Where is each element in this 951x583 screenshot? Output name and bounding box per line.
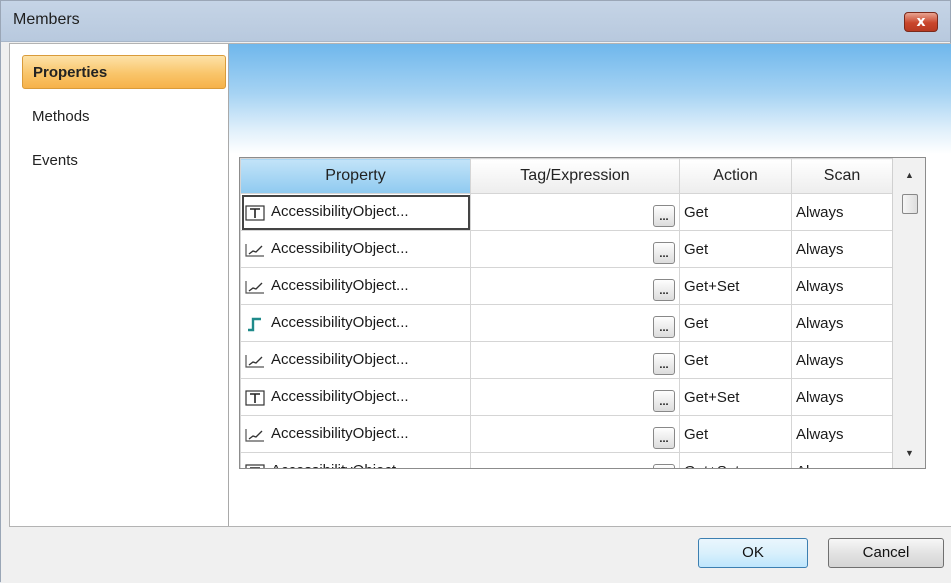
text-property-icon <box>245 463 265 468</box>
property-name: AccessibilityObject... <box>271 425 409 443</box>
table-row[interactable]: AccessibilityObject...... Get Always <box>240 341 893 379</box>
browse-button[interactable]: ... <box>653 205 675 227</box>
header-row: Property Tag/Expression Action Scan <box>240 158 893 194</box>
table-row[interactable]: AccessibilityObject......Get+SetAlways <box>240 378 893 416</box>
table-row[interactable]: AccessibilityObject...... Get Always <box>240 415 893 453</box>
property-name: AccessibilityObject... <box>271 277 409 295</box>
sidebar-item-events[interactable]: Events <box>22 144 226 178</box>
close-icon: x <box>916 14 926 30</box>
scroll-down-icon[interactable]: ▼ <box>893 442 925 464</box>
digital-property-icon <box>245 316 265 332</box>
table-row[interactable]: AccessibilityObject...... Get Always <box>240 304 893 342</box>
analog-property-icon <box>245 279 265 295</box>
scan-cell[interactable]: Always <box>791 230 893 268</box>
table-row[interactable]: AccessibilityObject...... Get Always <box>240 193 893 231</box>
sidebar-item-properties[interactable]: Properties <box>22 55 226 89</box>
analog-property-icon <box>245 242 265 258</box>
scan-cell[interactable]: Always <box>791 304 893 342</box>
scan-cell[interactable]: Always <box>791 378 893 416</box>
browse-button[interactable]: ... <box>653 427 675 449</box>
browse-button[interactable]: ... <box>653 390 675 412</box>
scroll-up-icon[interactable]: ▲ <box>893 164 925 186</box>
tag-expression-cell[interactable]: ... <box>470 304 680 342</box>
cancel-button[interactable]: Cancel <box>828 538 944 568</box>
analog-property-icon <box>245 427 265 443</box>
sidebar: Properties Methods Events <box>10 44 229 526</box>
property-name: AccessibilityObject... <box>271 203 409 221</box>
tag-expression-cell[interactable]: ... <box>470 230 680 268</box>
action-cell[interactable]: Get <box>679 415 792 453</box>
analog-property-icon <box>245 353 265 369</box>
action-cell[interactable]: Get+Set <box>679 452 792 468</box>
scan-cell[interactable]: Always <box>791 267 893 305</box>
browse-button[interactable]: ... <box>653 316 675 338</box>
scan-cell[interactable]: Always <box>791 452 893 468</box>
tag-expression-cell[interactable]: ... <box>470 415 680 453</box>
column-header-scan[interactable]: Scan <box>791 158 893 194</box>
property-name: AccessibilityObject... <box>271 240 409 258</box>
header-banner <box>229 44 951 154</box>
properties-grid: Property Tag/Expression Action Scan Acce… <box>239 157 926 469</box>
members-dialog: Members x Properties Methods Events Prop… <box>0 0 951 583</box>
vertical-scrollbar[interactable]: ▲ ▼ <box>892 158 925 468</box>
scroll-thumb[interactable] <box>902 194 918 214</box>
scan-cell[interactable]: Always <box>791 341 893 379</box>
action-cell[interactable]: Get+Set <box>679 267 792 305</box>
sidebar-item-methods[interactable]: Methods <box>22 100 226 134</box>
scan-cell[interactable]: Always <box>791 415 893 453</box>
table-row[interactable]: AccessibilityObject...... Get+SetAlways <box>240 452 893 468</box>
property-cell[interactable]: AccessibilityObject... <box>240 452 471 468</box>
action-cell[interactable]: Get <box>679 341 792 379</box>
close-button[interactable]: x <box>904 12 938 32</box>
dialog-title: Members <box>13 11 80 28</box>
tag-expression-cell[interactable]: ... <box>470 193 680 231</box>
column-header-action[interactable]: Action <box>679 158 792 194</box>
tag-expression-cell[interactable]: ... <box>470 341 680 379</box>
property-name: AccessibilityObject... <box>271 388 409 406</box>
browse-button[interactable]: ... <box>653 464 675 468</box>
main-panel: Property Tag/Expression Action Scan Acce… <box>229 44 951 526</box>
property-name: AccessibilityObject... <box>271 351 409 369</box>
ok-button[interactable]: OK <box>698 538 808 568</box>
column-header-tag-expression[interactable]: Tag/Expression <box>470 158 680 194</box>
browse-button[interactable]: ... <box>653 353 675 375</box>
column-header-property[interactable]: Property <box>240 158 471 194</box>
text-property-icon <box>245 389 265 406</box>
dialog-footer: OK Cancel <box>1 527 951 583</box>
action-cell[interactable]: Get <box>679 230 792 268</box>
browse-button[interactable]: ... <box>653 242 675 264</box>
property-cell[interactable]: AccessibilityObject... <box>240 341 471 379</box>
action-cell[interactable]: Get <box>679 193 792 231</box>
tag-expression-cell[interactable]: ... <box>470 378 680 416</box>
content-area: Properties Methods Events Property Tag/E… <box>9 43 951 527</box>
action-cell[interactable]: Get <box>679 304 792 342</box>
property-cell[interactable]: AccessibilityObject... <box>240 304 471 342</box>
property-cell[interactable]: AccessibilityObject... <box>240 415 471 453</box>
scan-cell[interactable]: Always <box>791 193 893 231</box>
property-cell[interactable]: AccessibilityObject... <box>240 230 471 268</box>
property-cell[interactable]: AccessibilityObject... <box>240 267 471 305</box>
tag-expression-cell[interactable]: ... <box>470 452 680 468</box>
property-name: AccessibilityObject... <box>271 314 409 332</box>
tag-expression-cell[interactable]: ... <box>470 267 680 305</box>
properties-table: Property Tag/Expression Action Scan Acce… <box>240 158 893 468</box>
table-row[interactable]: AccessibilityObject...... Get Always <box>240 230 893 268</box>
title-bar: Members x <box>1 1 950 42</box>
action-cell[interactable]: Get+Set <box>679 378 792 416</box>
property-cell[interactable]: AccessibilityObject... <box>240 193 471 231</box>
text-property-icon <box>245 204 265 221</box>
browse-button[interactable]: ... <box>653 279 675 301</box>
property-cell[interactable]: AccessibilityObject... <box>240 378 471 416</box>
table-row[interactable]: AccessibilityObject......Get+SetAlways <box>240 267 893 305</box>
property-name: AccessibilityObject... <box>271 462 409 468</box>
